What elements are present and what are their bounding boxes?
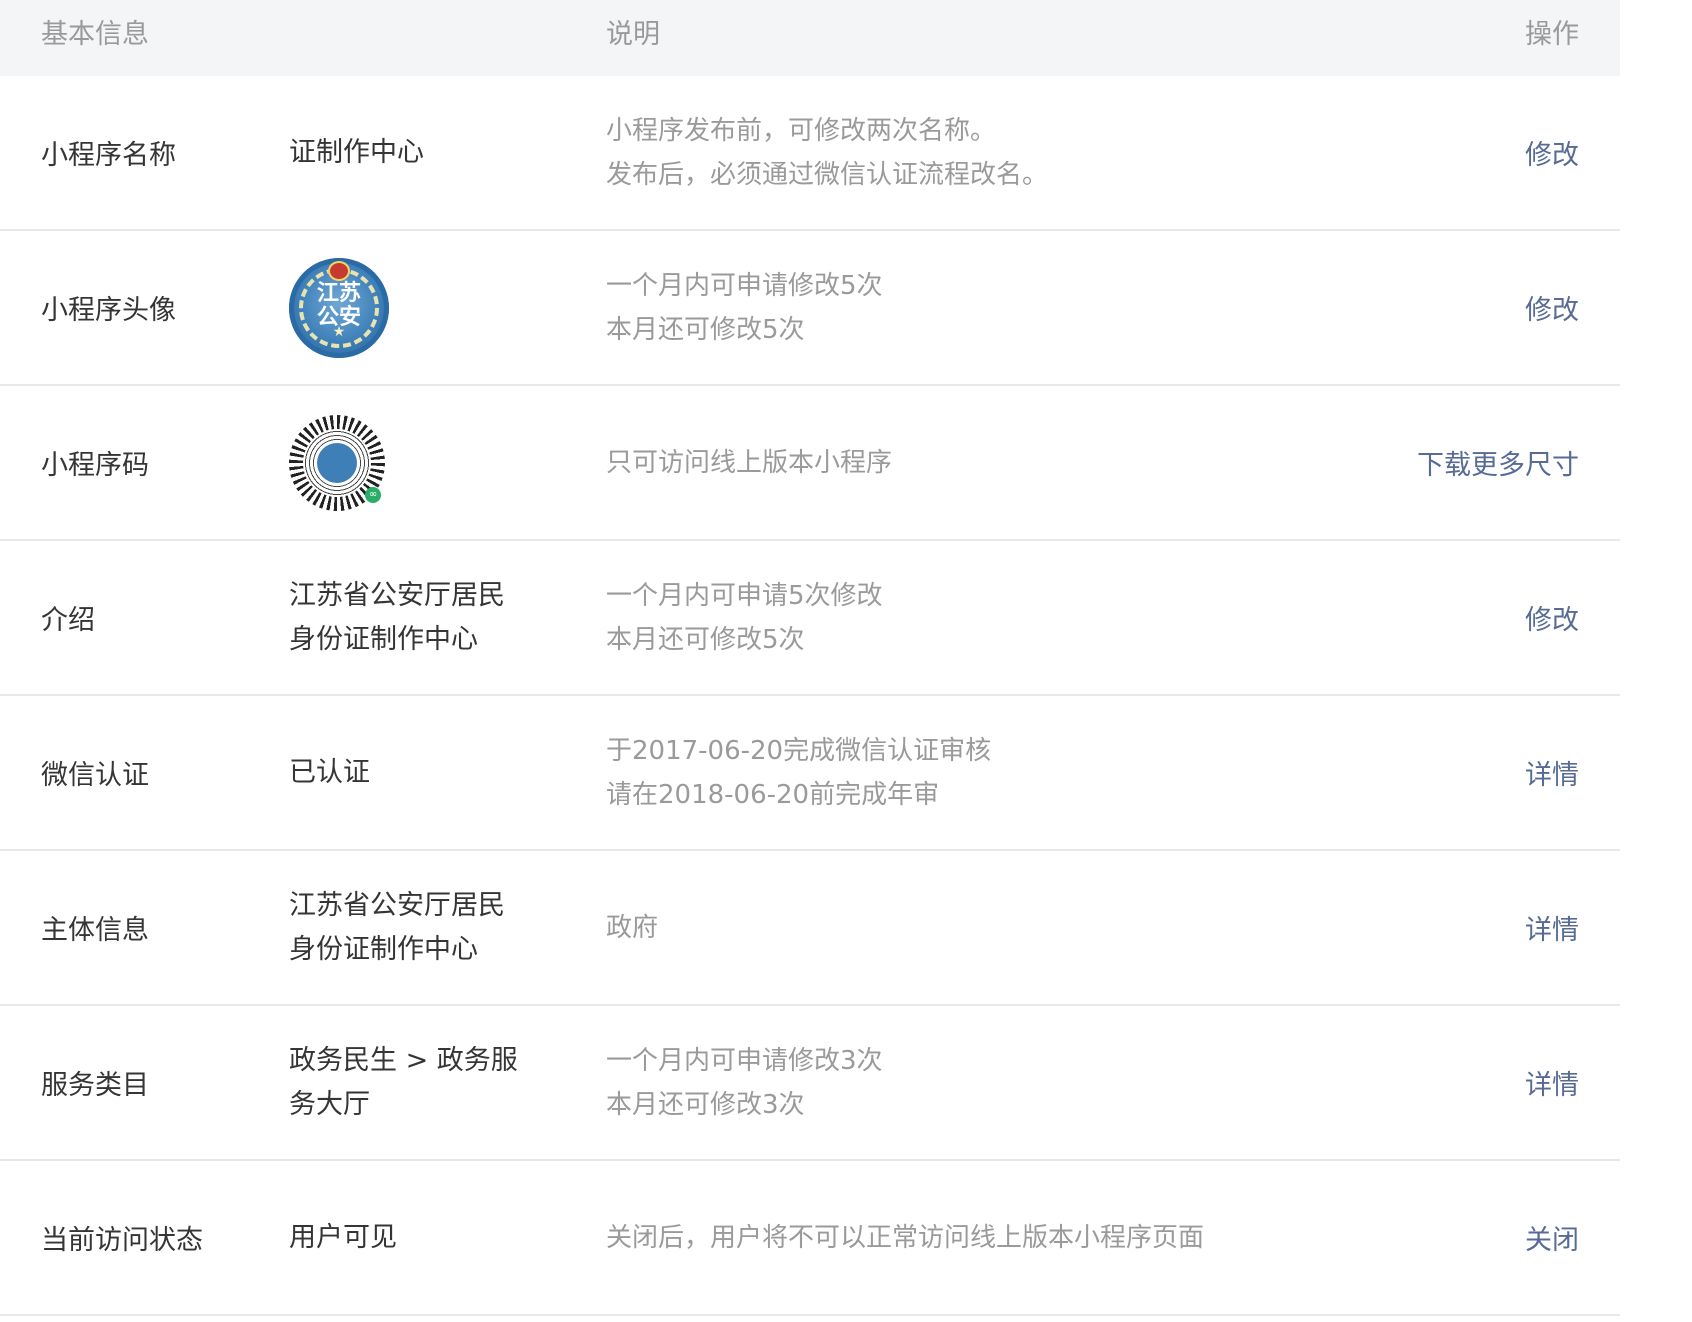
row-value-wechat-verify: 已认证 xyxy=(289,696,549,849)
value-line: 身份证制作中心 xyxy=(289,623,478,655)
row-value-name: 证制作中心 xyxy=(289,76,549,229)
description-line: 一个月内可申请修改5次 xyxy=(606,270,883,301)
row-description-intro: 一个月内可申请5次修改 本月还可修改5次 xyxy=(606,541,883,694)
description-line: 请在2018-06-20前完成年审 xyxy=(606,779,940,810)
action-link-avatar[interactable]: 修改 xyxy=(1525,231,1579,384)
value-line: 身份证制作中心 xyxy=(289,933,478,965)
description-line: 政府 xyxy=(606,912,659,943)
qrcode-icon: ∞ xyxy=(289,414,385,511)
header-operation: 操作 xyxy=(1525,19,1579,50)
row-description-wechat-verify: 于2017-06-20完成微信认证审核 请在2018-06-20前完成年审 xyxy=(606,696,991,849)
table-row-name: 小程序名称 证制作中心 小程序发布前，可修改两次名称。发布后，必须通过微信认证流程改… xyxy=(0,76,1620,231)
row-description-name: 小程序发布前，可修改两次名称。发布后，必须通过微信认证流程改名。 xyxy=(606,76,1048,229)
row-description-entity-info: 政府 xyxy=(606,851,658,1004)
action-link-name[interactable]: 修改 xyxy=(1525,76,1579,229)
row-label-entity-info: 主体信息 xyxy=(41,915,149,946)
row-description-avatar: 一个月内可申请修改5次 本月还可修改5次 xyxy=(606,231,883,384)
row-value-qrcode: ∞ xyxy=(289,386,549,539)
description-line: 只可访问线上版本小程序 xyxy=(606,447,893,478)
row-label-wechat-verify: 微信认证 xyxy=(41,760,149,791)
row-value-avatar: 江苏 公安 ★ xyxy=(289,231,549,384)
row-label-access-status: 当前访问状态 xyxy=(41,1225,203,1256)
avatar-icon: 江苏 公安 ★ xyxy=(289,257,389,358)
basic-info-table: 基本信息 说明 操作 小程序名称 证制作中心 小程序发布前，可修改两次名称。发布后，… xyxy=(0,0,1620,1316)
row-value-intro: 江苏省公安厅居民 身份证制作中心 xyxy=(289,541,549,694)
action-link-intro[interactable]: 修改 xyxy=(1525,541,1579,694)
action-link-wechat-verify[interactable]: 详情 xyxy=(1525,696,1579,849)
row-description-qrcode: 只可访问线上版本小程序 xyxy=(606,386,892,539)
description-line: 小程序发布前，可修改两次名称。 xyxy=(606,115,997,146)
row-label-intro: 介绍 xyxy=(41,605,95,636)
action-link-access-status[interactable]: 关闭 xyxy=(1525,1161,1579,1314)
description-line: 发布后，必须通过微信认证流程改名。 xyxy=(606,159,1049,190)
value-line: 用户可见 xyxy=(289,1221,397,1253)
description-line: 于2017-06-20完成微信认证审核 xyxy=(606,735,992,766)
table-row-access-status: 当前访问状态 用户可见 关闭后，用户将不可以正常访问线上版本小程序页面 关闭 xyxy=(0,1161,1620,1316)
description-line: 本月还可修改5次 xyxy=(606,314,805,345)
value-line: 证制作中心 xyxy=(289,136,424,168)
header-description: 说明 xyxy=(606,19,660,50)
description-line: 一个月内可申请5次修改 xyxy=(606,580,883,611)
description-line: 本月还可修改5次 xyxy=(606,624,805,655)
table-row-entity-info: 主体信息 江苏省公安厅居民 身份证制作中心 政府 详情 xyxy=(0,851,1620,1006)
row-value-entity-info: 江苏省公安厅居民 身份证制作中心 xyxy=(289,851,549,1004)
table-row-qrcode: 小程序码 ∞ 只可访问线上版本小程序 下载更多尺寸 xyxy=(0,386,1620,541)
table-row-service-category: 服务类目 政务民生 > 政务服 务大厅 一个月内可申请修改3次 本月还可修改3次 详情 xyxy=(0,1006,1620,1161)
table-row-intro: 介绍 江苏省公安厅居民 身份证制作中心 一个月内可申请5次修改 本月还可修改5次 修改 xyxy=(0,541,1620,696)
action-link-qrcode[interactable]: 下载更多尺寸 xyxy=(1417,386,1579,539)
value-line: 江苏省公安厅居民 xyxy=(289,889,505,921)
value-line: 政务民生 > 政务服 xyxy=(289,1044,518,1076)
description-line: 关闭后，用户将不可以正常访问线上版本小程序页面 xyxy=(606,1222,1205,1253)
table-row-wechat-verify: 微信认证 已认证 于2017-06-20完成微信认证审核 请在2018-06-20前完… xyxy=(0,696,1620,851)
description-line: 一个月内可申请修改3次 xyxy=(606,1045,883,1076)
row-description-access-status: 关闭后，用户将不可以正常访问线上版本小程序页面 xyxy=(606,1161,1204,1314)
row-description-service-category: 一个月内可申请修改3次 本月还可修改3次 xyxy=(606,1006,883,1159)
row-label-name: 小程序名称 xyxy=(41,140,176,171)
value-line: 务大厅 xyxy=(289,1088,370,1120)
action-link-service-category[interactable]: 详情 xyxy=(1525,1006,1579,1159)
row-value-service-category: 政务民生 > 政务服 务大厅 xyxy=(289,1006,549,1159)
row-label-avatar: 小程序头像 xyxy=(41,295,176,326)
row-label-qrcode: 小程序码 xyxy=(41,450,149,481)
value-line: 已认证 xyxy=(289,756,370,788)
row-label-service-category: 服务类目 xyxy=(41,1070,149,1101)
row-value-access-status: 用户可见 xyxy=(289,1161,549,1314)
description-line: 本月还可修改3次 xyxy=(606,1089,805,1120)
header-basic-info: 基本信息 xyxy=(41,19,149,50)
action-link-entity-info[interactable]: 详情 xyxy=(1525,851,1579,1004)
avatar-text-line: 江苏 xyxy=(316,280,361,306)
table-header: 基本信息 说明 操作 xyxy=(0,0,1620,76)
table-row-avatar: 小程序头像 江苏 公安 ★ 一个月内可申请修改5次 本月还可修改5次 修改 xyxy=(0,231,1620,386)
value-line: 江苏省公安厅居民 xyxy=(289,579,505,611)
table-body: 小程序名称 证制作中心 小程序发布前，可修改两次名称。发布后，必须通过微信认证流程改… xyxy=(0,76,1620,1316)
